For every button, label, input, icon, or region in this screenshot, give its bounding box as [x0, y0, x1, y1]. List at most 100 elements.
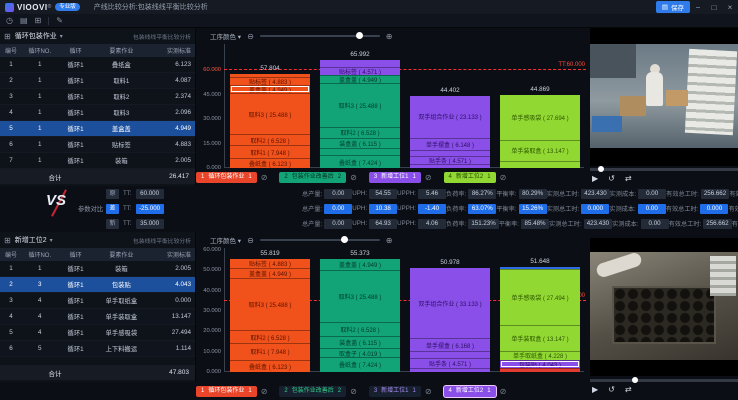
process-color-selector[interactable]: 工序颜色 ▾	[210, 31, 241, 41]
video-player-top[interactable]	[590, 28, 738, 166]
bar-segment[interactable]	[500, 161, 580, 168]
disable-icon[interactable]: ⊘	[500, 387, 507, 396]
legend-item-2[interactable]: 2包装作业改善后2	[279, 172, 346, 183]
bar-segment[interactable]: 双手组合作业 ( 33.133 )	[410, 268, 490, 338]
disable-icon[interactable]: ⊘	[350, 173, 357, 182]
export-icon[interactable]: ⊞	[4, 32, 11, 41]
bar-segment[interactable]: 单手感吸袋 ( 27.494 )	[500, 269, 580, 324]
disable-icon[interactable]: ⊘	[500, 173, 507, 182]
table-row[interactable]: 65循环1上下料搬运1.114	[0, 341, 195, 357]
replay-icon[interactable]: ↺	[608, 174, 615, 183]
zoom-slider[interactable]	[260, 239, 380, 241]
play-icon[interactable]: ▶	[592, 385, 598, 394]
bar-segment[interactable]: 取料3 ( 25.488 )	[320, 270, 400, 323]
legend-item-1[interactable]: 1循环包装作业1	[196, 172, 257, 183]
bar-segment[interactable]: 盖盒盖 ( 4.949 )	[320, 259, 400, 269]
maximize-button[interactable]: □	[706, 1, 722, 14]
stacked-bar[interactable]: 盖盒盖 ( 4.949 )取料3 ( 25.488 )取料2 ( 6.528 )…	[320, 259, 400, 372]
table-row[interactable]: 23循环1包装贴4.043	[0, 277, 195, 293]
analysis-link[interactable]: 包装线线平衡比较分析	[133, 32, 191, 41]
table-row[interactable]: 54循环1单手感吸袋27.494	[0, 325, 195, 341]
legend-item-2[interactable]: 2包装作业改善后2	[279, 386, 346, 397]
table-row[interactable]: 21循环1取料14.087	[0, 73, 195, 89]
bar-segment[interactable]: 单手装取盒 ( 13.147 )	[500, 140, 580, 161]
stacked-bar[interactable]: 双手组合作业 ( 33.133 )单手摆盒 ( 6.168 ) 贴手条 ( 4.5…	[410, 268, 490, 372]
bar-segment[interactable]: 取料2 ( 6.528 )	[230, 134, 310, 145]
table-row[interactable]: 51循环1盖盒盖4.949	[0, 121, 195, 137]
bar-segment[interactable]: 叠纸盒 ( 6.123 )	[230, 158, 310, 168]
zoom-slider[interactable]	[260, 35, 380, 37]
bar-segment[interactable]: 取料2 ( 6.528 )	[320, 322, 400, 335]
bar-segment[interactable]: 叠纸盒 ( 6.123 )	[230, 360, 310, 372]
table-row[interactable]: 44循环1单手装取盒13.147	[0, 309, 195, 325]
bar-segment[interactable]: 贴标签 ( 4.571 )	[320, 67, 400, 75]
table-row[interactable]: 11循环1装箱2.005	[0, 261, 195, 277]
legend-item-1[interactable]: 1循环包装作业1	[196, 386, 257, 397]
bar-segment[interactable]: 贴手条 ( 4.571 )	[410, 156, 490, 164]
bar-segment[interactable]: 叠纸盒 ( 7.424 )	[320, 357, 400, 372]
table-row[interactable]: 31循环1取料22.374	[0, 89, 195, 105]
disable-icon[interactable]: ⊘	[425, 387, 432, 396]
bar-segment[interactable]: 单手摆盒 ( 6.148 )	[410, 138, 490, 149]
save-button[interactable]: ▤保存	[656, 1, 690, 13]
loop-icon[interactable]: ⇄	[625, 385, 632, 394]
zoom-out-icon[interactable]: ⊖	[247, 236, 254, 245]
bar-segment[interactable]	[410, 368, 490, 372]
bar-segment[interactable]: 贴标签 ( 4.883 )	[230, 77, 310, 85]
disable-icon[interactable]: ⊘	[425, 173, 432, 182]
bar-segment[interactable]: 取盒子 ( 4.019 )	[320, 348, 400, 356]
edit-icon[interactable]: ✎	[56, 15, 63, 27]
export-icon[interactable]: ⊞	[35, 15, 42, 27]
video-scrubber[interactable]	[590, 379, 738, 382]
table-row[interactable]: 34循环1单手取纸盒0.000	[0, 293, 195, 309]
bar-segment[interactable]	[410, 164, 490, 168]
slider-thumb[interactable]	[356, 32, 363, 39]
bar-segment[interactable]: 装盒盖 ( 6.115 )	[320, 138, 400, 148]
legend-item-3[interactable]: 3新增工位11	[369, 386, 421, 397]
legend-item-3[interactable]: 3新增工位11	[369, 172, 421, 183]
disable-icon[interactable]: ⊘	[261, 387, 268, 396]
video-player-bottom[interactable]	[590, 238, 738, 376]
stacked-bar[interactable]: 贴标签 ( 4.883 )盖盒盖 ( 4.949 )取料3 ( 25.488 )…	[230, 259, 310, 372]
bar-segment[interactable]	[410, 351, 490, 358]
analysis-link[interactable]: 包装线线平衡比较分析	[133, 236, 191, 245]
table-row[interactable]: 11循环1叠纸盒6.123	[0, 57, 195, 73]
video-scrubber[interactable]	[590, 168, 738, 171]
bar-segment[interactable]: 取料1 ( 7.948 )	[230, 145, 310, 158]
stacked-bar[interactable]: 贴标签 ( 4.571 )盖盒盖 ( 4.949 )取料3 ( 25.488 )…	[320, 60, 400, 168]
bar-segment[interactable]: 单手取纸盒 ( 4.228 )	[500, 351, 580, 360]
loop-icon[interactable]: ⇄	[625, 174, 632, 183]
stacked-bar[interactable]: 双手组合作业 ( 23.133 )单手摆盒 ( 6.148 )贴手条 ( 4.5…	[410, 96, 490, 169]
operation-selector[interactable]: 循环包装作业▾	[15, 31, 63, 41]
bar-segment[interactable]: 取料3 ( 25.488 )	[320, 83, 400, 127]
minimize-button[interactable]: −	[690, 1, 706, 14]
bar-segment[interactable]: 叠纸盒 ( 7.424 )	[320, 155, 400, 168]
zoom-in-icon[interactable]: ⊕	[386, 32, 393, 41]
bar-segment[interactable]: 盖盒盖 ( 4.949 )	[320, 75, 400, 83]
stacked-bar[interactable]: 贴标签 ( 4.883 )盖盒盖 ( 4.949 )取料3 ( 25.488 )…	[230, 74, 310, 168]
stacked-bar[interactable]: 单手感吸袋 ( 27.494 )单手装取盒 ( 13.147 )单手取纸盒 ( …	[500, 267, 580, 372]
bar-segment[interactable]	[320, 148, 400, 155]
disable-icon[interactable]: ⊘	[350, 387, 357, 396]
bar-segment[interactable]: 单手感吸袋 ( 27.694 )	[500, 95, 580, 140]
zoom-out-icon[interactable]: ⊖	[247, 32, 254, 41]
bar-segment[interactable]: 包装贴 ( 4.043 )	[500, 360, 580, 368]
bar-segment[interactable]: 取料3 ( 25.488 )	[230, 278, 310, 330]
zoom-in-icon[interactable]: ⊕	[386, 236, 393, 245]
bar-segment[interactable]: 贴手条 ( 4.571 )	[410, 358, 490, 368]
disable-icon[interactable]: ⊘	[261, 173, 268, 182]
slider-thumb[interactable]	[341, 236, 348, 243]
process-color-selector[interactable]: 工序颜色 ▾	[210, 235, 241, 245]
bar-segment[interactable]: 贴标签 ( 4.883 )	[230, 259, 310, 269]
bar-segment[interactable]: 单手摆盒 ( 6.168 )	[410, 338, 490, 351]
operation-selector[interactable]: 新增工位2▾	[15, 235, 53, 245]
bar-segment[interactable]: 装盒盖 ( 6.115 )	[320, 336, 400, 349]
stacked-bar[interactable]: 单手感吸袋 ( 27.694 )单手装取盒 ( 13.147 )	[500, 95, 580, 168]
legend-item-4[interactable]: 4新增工位21	[444, 172, 496, 183]
table-row[interactable]: 41循环1取料32.096	[0, 105, 195, 121]
bar-segment[interactable]: 取料2 ( 6.528 )	[320, 127, 400, 138]
bar-segment[interactable]	[320, 60, 400, 67]
bar-segment[interactable]: 取料1 ( 7.948 )	[230, 343, 310, 359]
export-icon[interactable]: ⊞	[4, 236, 11, 245]
bar-segment[interactable]: 取料3 ( 25.488 )	[230, 93, 310, 135]
